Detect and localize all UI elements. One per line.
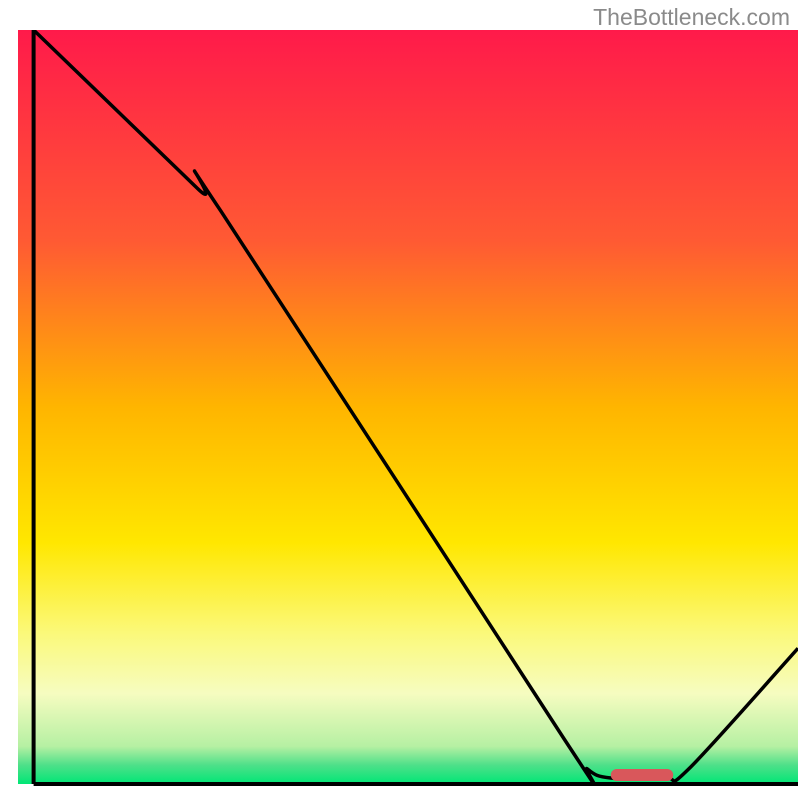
chart-svg [0, 0, 800, 800]
optimum-marker [611, 769, 673, 781]
bottleneck-chart: TheBottleneck.com [0, 0, 800, 800]
watermark-text: TheBottleneck.com [593, 4, 790, 31]
gradient-background [18, 30, 798, 784]
